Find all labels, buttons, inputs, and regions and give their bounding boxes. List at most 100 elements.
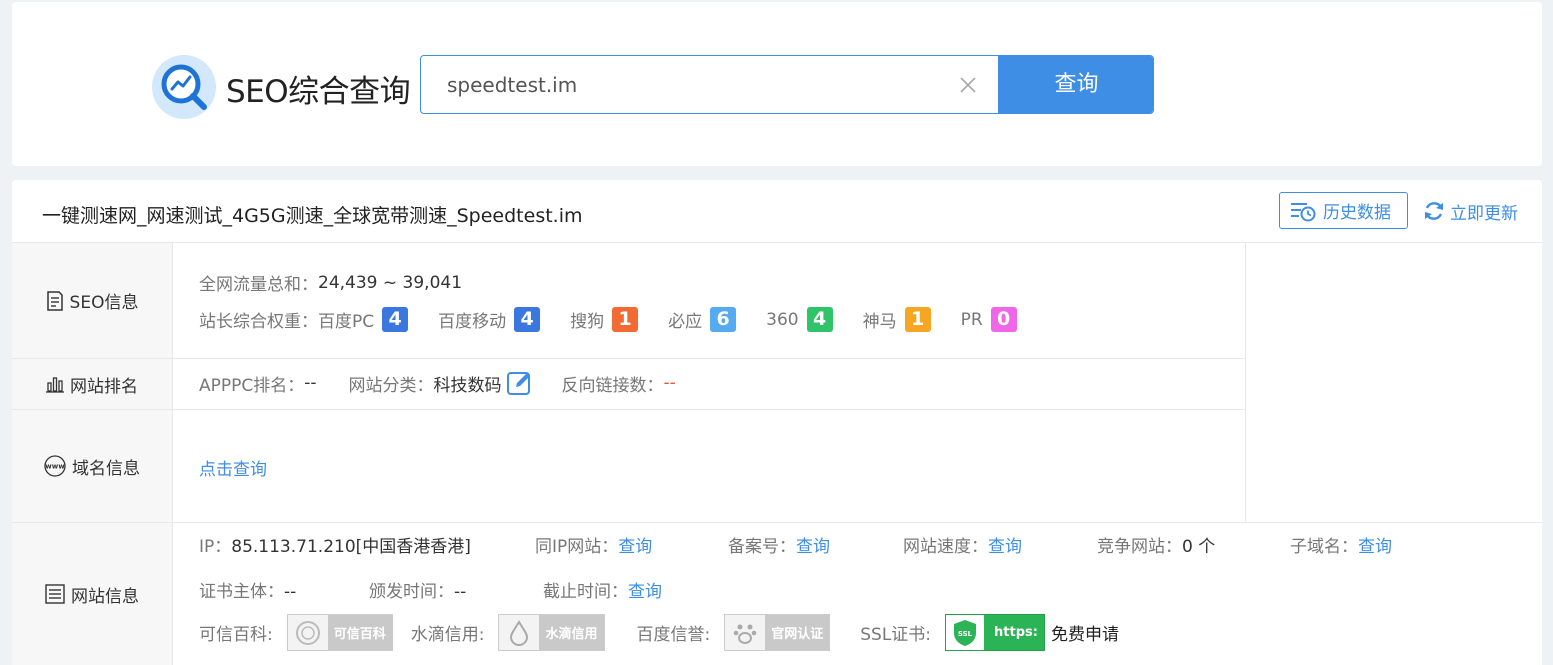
ranking-label-text: 网站排名 <box>70 376 138 397</box>
refresh-button[interactable]: 立即更新 <box>1422 197 1518 225</box>
ssl-label: SSL证书: <box>860 625 932 645</box>
history-icon <box>1291 202 1316 221</box>
domain-info-label: www 域名信息 <box>12 410 172 522</box>
issue-label: 颁发时间： <box>369 582 454 602</box>
weight-name: PR <box>960 309 983 330</box>
ssl-badge[interactable]: SSL https: <box>945 614 1045 651</box>
subdomain-cell: 子域名：查询 <box>1290 532 1392 557</box>
weight-badge[interactable]: 4 <box>806 307 833 332</box>
same-ip-label: 同IP网站： <box>535 537 619 557</box>
weights-label: 站长综合权重： <box>199 312 318 332</box>
ssl-shield-icon: SSL <box>954 619 977 646</box>
svg-text:www: www <box>45 463 65 471</box>
backlinks-value: -- <box>663 373 676 393</box>
issue-value: -- <box>454 582 467 602</box>
icp-label: 备案号： <box>728 537 796 557</box>
cert-subject-value: -- <box>284 582 297 602</box>
clear-icon[interactable] <box>959 76 977 94</box>
expire-cell: 截止时间：查询 <box>543 577 662 602</box>
site-info-card: 一键测速网_网速测试_4G5G测速_全球宽带测速_Speedtest.im 历史… <box>12 180 1542 665</box>
divider <box>12 522 1542 523</box>
shuidi-label: 水滴信用: <box>410 625 485 645</box>
weight-badge[interactable]: 4 <box>382 307 409 332</box>
kexin-badge-text: 可信百科 <box>333 627 386 642</box>
website-info-label-text: 网站信息 <box>71 586 139 607</box>
www-icon: www <box>44 455 66 477</box>
speed-link[interactable]: 查询 <box>988 537 1022 557</box>
history-data-button[interactable]: 历史数据 <box>1279 192 1408 229</box>
edit-icon[interactable] <box>506 370 534 396</box>
search-input[interactable] <box>421 56 999 113</box>
seo-info-label-text: SEO信息 <box>69 293 139 313</box>
weight-name: 百度PC <box>318 312 375 332</box>
competitor-label: 竞争网站： <box>1097 537 1182 557</box>
seo-info-label: SEO信息 <box>12 243 172 358</box>
divider <box>12 242 1542 243</box>
cert-subject-cell: 证书主体：-- <box>199 577 296 602</box>
competitor-value: 0 个 <box>1182 537 1216 557</box>
shield-icon <box>295 620 320 645</box>
speed-cell: 网站速度：查询 <box>903 532 1022 557</box>
subdomain-link[interactable]: 查询 <box>1358 537 1392 557</box>
search-card: SEO综合查询 查询 <box>12 2 1542 166</box>
divider <box>172 243 173 665</box>
list-icon <box>45 584 65 604</box>
ip-value: 85.113.71.210[中国香港香港] <box>231 537 471 557</box>
credit-line: 可信百科: 可信百科 水滴信用: 水滴信用 百度信誉: 官网认证 SSL证书: … <box>199 614 1119 651</box>
ranking-line: APPPC排名： -- 网站分类： 科技数码 反向链接数： -- <box>199 370 676 396</box>
shuidi-badge[interactable]: 水滴信用 <box>498 614 605 651</box>
ip-cell: IP：85.113.71.210[中国香港香港] <box>199 532 471 557</box>
seo-logo-icon <box>152 55 216 119</box>
divider <box>1245 243 1246 522</box>
expire-label: 截止时间： <box>543 582 628 602</box>
baidu-label: 百度信誉: <box>636 625 711 645</box>
domain-info-label-text: 域名信息 <box>72 458 140 479</box>
bar-chart-icon <box>46 377 64 393</box>
water-drop-icon <box>510 619 529 646</box>
weight-name: 神马 <box>862 312 897 332</box>
same-ip-link[interactable]: 查询 <box>618 537 652 557</box>
expire-link[interactable]: 查询 <box>628 582 662 602</box>
search-box: 查询 <box>420 55 1154 114</box>
ip-label: IP： <box>199 537 232 557</box>
baidu-badge[interactable]: 官网认证 <box>724 614 831 651</box>
ssl-free-link[interactable]: 免费申请 <box>1051 620 1119 645</box>
speed-label: 网站速度： <box>903 537 988 557</box>
weight-badge[interactable]: 1 <box>612 307 639 332</box>
kexin-badge[interactable]: 可信百科 <box>286 614 393 651</box>
domain-query-link[interactable]: 点击查询 <box>199 455 267 480</box>
brand-title: SEO综合查询 <box>226 74 411 110</box>
backlinks-label: 反向链接数： <box>561 375 664 396</box>
traffic-line: 全网流量总和： 24,439 ~ 39,041 <box>199 270 463 296</box>
website-info-label: 网站信息 <box>12 523 172 665</box>
competitor-cell: 竞争网站：0 个 <box>1097 532 1215 557</box>
weight-badge[interactable]: 4 <box>514 307 541 332</box>
shuidi-badge-text: 水滴信用 <box>545 627 598 642</box>
apppc-value: -- <box>304 373 317 393</box>
subdomain-label: 子域名： <box>1290 537 1358 557</box>
weight-badge[interactable]: 1 <box>904 307 931 332</box>
weights-line: 站长综合权重： 百度PC 4 百度移动 4 搜狗 1 必应 6 360 4 神马 1 PR 0 <box>199 307 1047 332</box>
refresh-icon <box>1425 202 1443 220</box>
weight-badge[interactable]: 6 <box>710 307 737 332</box>
weight-name: 360 <box>766 309 799 330</box>
weight-name: 必应 <box>668 312 703 332</box>
paw-icon <box>733 624 757 644</box>
refresh-label: 立即更新 <box>1450 203 1518 224</box>
divider <box>12 358 1245 359</box>
search-button[interactable]: 查询 <box>998 56 1153 113</box>
category-label: 网站分类： <box>348 375 434 396</box>
baidu-badge-text: 官网认证 <box>771 627 824 642</box>
history-data-label: 历史数据 <box>1323 203 1391 223</box>
document-icon <box>46 290 63 311</box>
traffic-value: 24,439 ~ 39,041 <box>318 272 463 293</box>
kexin-label: 可信百科: <box>199 625 273 645</box>
site-title: 一键测速网_网速测试_4G5G测速_全球宽带测速_Speedtest.im <box>42 205 583 227</box>
apppc-label: APPPC排名： <box>199 375 305 396</box>
weight-badge[interactable]: 0 <box>990 307 1017 332</box>
weight-name: 百度移动 <box>438 312 507 332</box>
weight-name: 搜狗 <box>570 312 605 332</box>
icp-link[interactable]: 查询 <box>796 537 830 557</box>
same-ip-cell: 同IP网站：查询 <box>535 532 652 557</box>
traffic-label: 全网流量总和： <box>199 275 318 295</box>
